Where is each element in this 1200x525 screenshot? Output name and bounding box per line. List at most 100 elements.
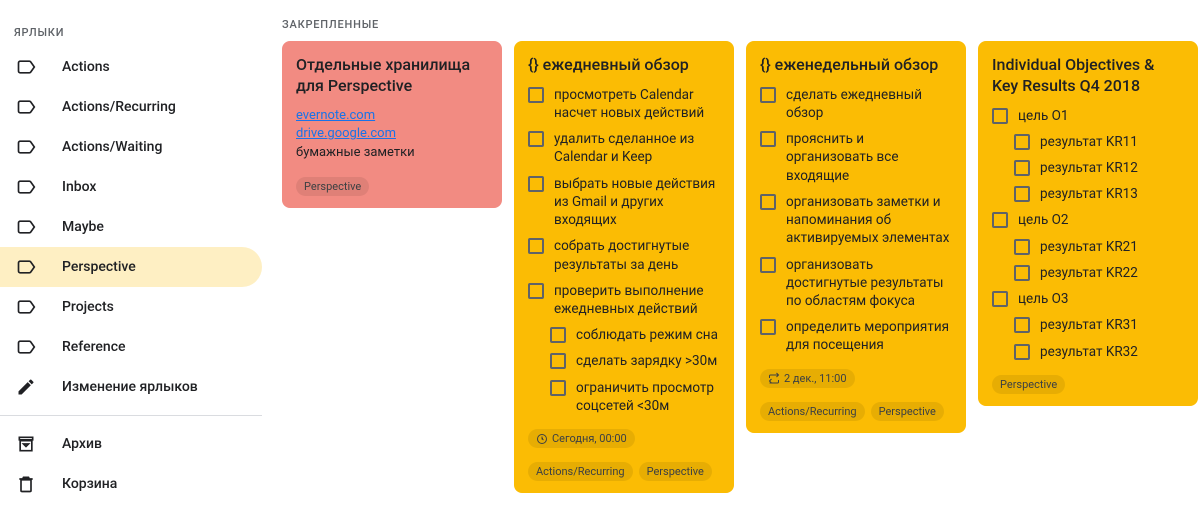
checkbox[interactable] [760,257,776,273]
label-icon [14,55,38,79]
checklist-subitem: результат KR11 [1040,133,1138,151]
note-title: {} еженедельный обзор [760,55,952,76]
label-icon [14,175,38,199]
sidebar-item-maybe[interactable]: Maybe [0,207,262,247]
checkbox[interactable] [528,131,544,147]
checkbox[interactable] [528,176,544,192]
checklist-subitem: результат KR21 [1040,238,1138,256]
label-icon [14,215,38,239]
sidebar-item-label: Maybe [62,219,104,235]
label-icon [14,255,38,279]
sidebar-item-label: Корзина [62,476,117,492]
sidebar-divider [0,415,262,416]
trash-icon [14,472,38,496]
sidebar-item-label: Actions [62,59,110,75]
sidebar-item-label: Inbox [62,179,96,195]
label-chip[interactable]: Actions/Recurring [528,462,633,481]
checkbox[interactable] [992,291,1008,307]
checklist-item: выбрать новые действия из Gmail и других… [554,175,720,230]
checkbox[interactable] [1014,186,1030,202]
note-link[interactable]: drive.google.com [296,125,488,144]
sidebar-item-projects[interactable]: Projects [0,287,262,327]
note-card[interactable]: {} ежедневный обзор просмотреть Calendar… [514,41,734,493]
checkbox[interactable] [1014,265,1030,281]
clock-icon [536,433,548,445]
sidebar-item-label: Projects [62,299,114,315]
sidebar-item-label: Архив [62,436,102,452]
label-icon [14,135,38,159]
sidebar-item-perspective[interactable]: Perspective [0,247,262,287]
pinned-heading: ЗАКРЕПЛЕННЫЕ [282,18,1200,31]
sidebar-item-actions-waiting[interactable]: Actions/Waiting [0,127,262,167]
sidebar-item-inbox[interactable]: Inbox [0,167,262,207]
checklist-item: сделать ежедневный обзор [786,86,952,122]
label-icon [14,295,38,319]
main-content: ЗАКРЕПЛЕННЫЕ Отдельные хранилища для Per… [262,0,1200,525]
checkbox[interactable] [1014,344,1030,360]
checkbox[interactable] [760,319,776,335]
note-text-line: бумажные заметки [296,145,415,160]
checkbox[interactable] [1014,317,1030,333]
checkbox[interactable] [760,194,776,210]
checkbox[interactable] [760,131,776,147]
checkbox[interactable] [528,283,544,299]
checklist-subitem: соблюдать режим сна [576,326,718,344]
sidebar-item-label: Reference [62,339,126,355]
checkbox[interactable] [760,87,776,103]
checklist-subitem: результат KR12 [1040,159,1138,177]
note-card[interactable]: Отдельные хранилища для Perspective ever… [282,41,502,208]
sidebar: ЯРЛЫКИ Actions Actions/Recurring Actions… [0,0,262,525]
checklist-subitem: сделать зарядку >30м [576,352,717,370]
checklist-item: прояснить и организовать все входящие [786,130,952,185]
reminder-chip[interactable]: Сегодня, 00:00 [528,429,635,448]
sidebar-item-label: Actions/Waiting [62,139,162,155]
checklist-subitem: результат KR22 [1040,264,1138,282]
checklist-item: проверить выполнение ежедневных действий [554,282,720,318]
checklist-item: определить мероприятия для посещения [786,318,952,354]
reminder-chip[interactable]: 2 дек., 11:00 [760,369,855,388]
notes-row: Отдельные хранилища для Perspective ever… [282,41,1200,493]
checklist-item: просмотреть Calendar насчет новых действ… [554,86,720,122]
checklist-item: удалить сделанное из Calendar и Keep [554,130,720,166]
label-chip[interactable]: Perspective [992,375,1065,394]
note-card[interactable]: Individual Objectives & Key Results Q4 2… [978,41,1198,406]
checkbox[interactable] [550,327,566,343]
checkbox[interactable] [550,380,566,396]
checklist-subitem: результат KR32 [1040,343,1138,361]
checklist-subitem: результат KR13 [1040,185,1138,203]
sidebar-item-edit-labels[interactable]: Изменение ярлыков [0,367,262,407]
note-link[interactable]: evernote.com [296,107,488,126]
checkbox[interactable] [1014,160,1030,176]
checklist-subitem: результат KR31 [1040,316,1138,334]
sidebar-section-label: ЯРЛЫКИ [0,18,262,47]
label-chip[interactable]: Perspective [871,402,944,421]
label-icon [14,95,38,119]
checkbox[interactable] [992,212,1008,228]
checklist-item: организовать достигнутые результаты по о… [786,256,952,311]
note-card[interactable]: {} еженедельный обзор сделать ежедневный… [746,41,966,433]
checkbox[interactable] [1014,134,1030,150]
pencil-icon [14,375,38,399]
checkbox[interactable] [550,353,566,369]
sidebar-item-archive[interactable]: Архив [0,424,262,464]
checklist-item: организовать заметки и напоминания об ак… [786,193,952,248]
reminder-text: Сегодня, 00:00 [552,432,627,445]
sidebar-item-label: Actions/Recurring [62,99,176,115]
label-chip[interactable]: Actions/Recurring [760,402,865,421]
repeat-icon [768,372,780,384]
sidebar-item-trash[interactable]: Корзина [0,464,262,504]
checklist-item: цель O3 [1018,290,1069,308]
label-chip[interactable]: Perspective [296,177,369,196]
note-title: {} ежедневный обзор [528,55,720,76]
checkbox[interactable] [528,238,544,254]
label-chip[interactable]: Perspective [639,462,712,481]
checklist-item: собрать достигнутые результаты за день [554,237,720,273]
sidebar-item-label: Perspective [62,259,136,275]
checkbox[interactable] [528,87,544,103]
checkbox[interactable] [1014,239,1030,255]
sidebar-item-actions-recurring[interactable]: Actions/Recurring [0,87,262,127]
checkbox[interactable] [992,108,1008,124]
sidebar-item-reference[interactable]: Reference [0,327,262,367]
sidebar-item-actions[interactable]: Actions [0,47,262,87]
checklist-item: цель O2 [1018,211,1069,229]
